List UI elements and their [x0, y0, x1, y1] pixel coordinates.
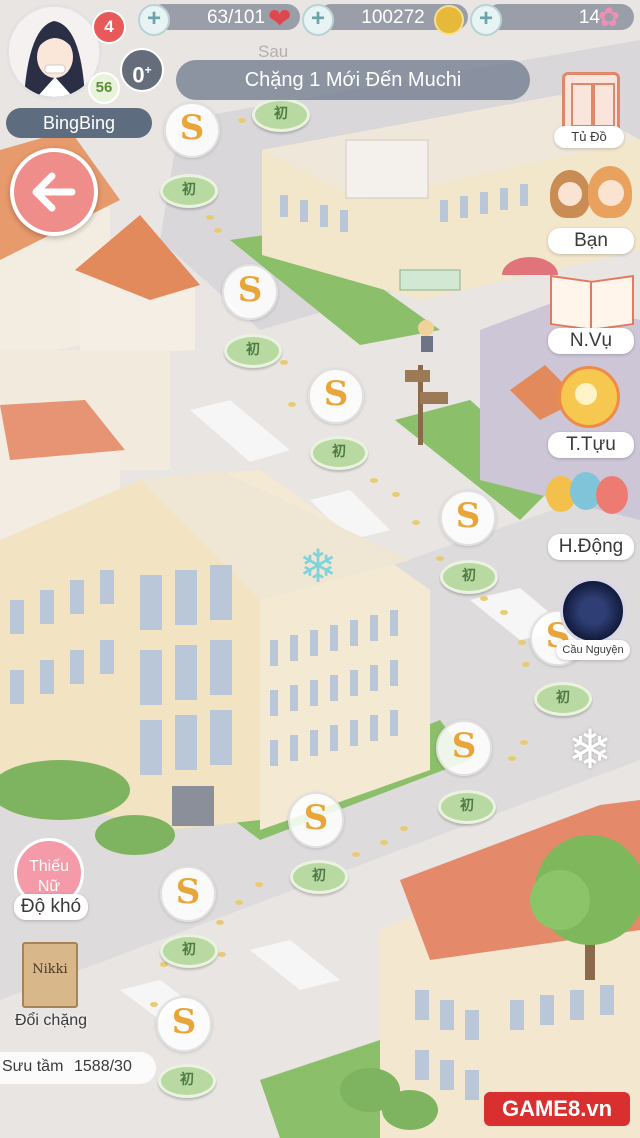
level-badge: 56	[88, 72, 120, 104]
stage-bubble-icon[interactable]: S	[164, 102, 220, 158]
stage-pad[interactable]: 初	[252, 98, 310, 132]
stage-bubble-icon[interactable]: S	[156, 996, 212, 1052]
balloons-icon	[544, 472, 638, 532]
add-energy-button[interactable]: +	[138, 4, 170, 36]
diamond-icon: ✿	[598, 2, 620, 32]
stage-pad[interactable]: 初	[160, 934, 218, 968]
stage-bubble-icon[interactable]: S	[308, 368, 364, 424]
stage-pad[interactable]: 初	[310, 436, 368, 470]
stage-bubble-icon[interactable]: S	[436, 720, 492, 776]
hearts-badge: 4	[92, 10, 126, 44]
change-stage-label: Đổi chặng	[14, 1012, 88, 1029]
stage-pad[interactable]: 初	[290, 860, 348, 894]
menu-label: H.Động	[548, 534, 634, 560]
medal-icon	[558, 366, 620, 428]
coins-value: 100272	[361, 7, 425, 28]
stage-pad[interactable]: 初	[534, 682, 592, 716]
watermark-logo: GAME8.vn	[484, 1092, 630, 1126]
snowflake-icon[interactable]: ❄	[292, 540, 344, 592]
arrow-left-icon	[32, 172, 76, 212]
difficulty-label: Độ khó	[14, 894, 88, 920]
stage-bubble-icon[interactable]: S	[222, 264, 278, 320]
stage-pad[interactable]: 初	[224, 334, 282, 368]
friends-icon	[546, 164, 638, 234]
nikki-book-icon: Nikki	[22, 942, 78, 1008]
stage-pad[interactable]: 初	[438, 790, 496, 824]
stage-bubble-icon[interactable]: S	[440, 490, 496, 546]
faded-label: Sau	[258, 42, 289, 61]
book-icon	[548, 272, 634, 332]
zero-counter[interactable]: 0+	[120, 48, 164, 92]
diamonds-value: 14	[578, 7, 600, 28]
wish-orb-icon	[560, 578, 626, 644]
menu-label: T.Tựu	[548, 432, 634, 458]
menu-label: Cầu Nguyện	[556, 640, 630, 660]
stage-pad[interactable]: 初	[158, 1064, 216, 1098]
stage-pad[interactable]: 初	[160, 174, 218, 208]
stage-pad[interactable]: 初	[440, 560, 498, 594]
collection-value: 1588/30	[74, 1058, 132, 1075]
add-diamonds-button[interactable]: +	[470, 4, 502, 36]
energy-value: 63/101	[206, 7, 266, 28]
menu-label: N.Vụ	[548, 328, 634, 354]
stage-bubble-icon[interactable]: S	[160, 866, 216, 922]
coin-icon	[434, 5, 464, 35]
menu-label: Bạn	[548, 228, 634, 254]
avatar-portrait-icon	[9, 7, 99, 97]
collection-bar: Sưu tầm 1588/30	[0, 1052, 156, 1084]
snowflake-icon[interactable]: ❄	[560, 720, 620, 780]
stage-bubble-icon[interactable]: S	[288, 792, 344, 848]
username: BingBing	[6, 108, 152, 138]
add-coins-button[interactable]: +	[302, 4, 334, 36]
heart-icon: ❤	[268, 3, 292, 34]
back-button[interactable]	[10, 148, 98, 236]
stage-title: Chặng 1 Mới Đến Muchi	[176, 60, 530, 100]
collection-label: Sưu tầm	[2, 1058, 64, 1075]
menu-label: Tủ Đồ	[554, 126, 624, 148]
